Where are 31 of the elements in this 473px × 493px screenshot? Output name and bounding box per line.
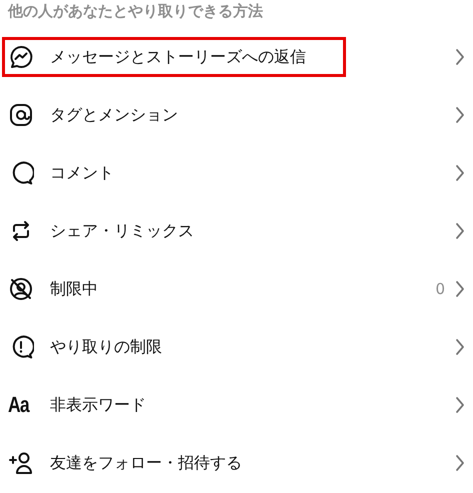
row-label: コメント — [50, 162, 115, 184]
row-label: 非表示ワード — [50, 394, 147, 416]
chevron-right-icon — [455, 222, 465, 240]
settings-row[interactable]: 制限中 0 — [0, 260, 473, 318]
row-label: シェア・リミックス — [50, 220, 195, 242]
settings-row[interactable]: コメント — [0, 144, 473, 202]
row-label: やり取りの制限 — [50, 336, 163, 358]
chevron-right-icon — [455, 396, 465, 414]
text-size-icon: Aa — [8, 394, 32, 416]
settings-row[interactable]: Aa 非表示ワード — [0, 376, 473, 434]
settings-row[interactable]: シェア・リミックス — [0, 202, 473, 260]
chevron-right-icon — [455, 106, 465, 124]
add-person-icon — [8, 450, 34, 476]
chevron-right-icon — [455, 338, 465, 356]
at-sign-icon — [8, 102, 34, 128]
settings-row[interactable]: タグとメンション — [0, 86, 473, 144]
row-label: タグとメンション — [50, 104, 179, 126]
settings-row[interactable]: メッセージとストーリーズへの返信 — [0, 28, 473, 86]
messenger-icon — [8, 44, 34, 70]
row-label: 制限中 — [50, 278, 99, 300]
chevron-right-icon — [455, 48, 465, 66]
chevron-right-icon — [455, 280, 465, 298]
row-label: メッセージとストーリーズへの返信 — [50, 46, 307, 68]
chevron-right-icon — [455, 454, 465, 472]
chevron-right-icon — [455, 164, 465, 182]
row-label: 友達をフォロー・招待する — [50, 452, 243, 474]
settings-row[interactable]: やり取りの制限 — [0, 318, 473, 376]
count: 0 — [435, 278, 445, 300]
settings-row[interactable]: 友達をフォロー・招待する — [0, 434, 473, 492]
section-title: 他の人があなたとやり取りできる方法 — [6, 1, 264, 22]
restricted-user-icon — [8, 276, 34, 302]
